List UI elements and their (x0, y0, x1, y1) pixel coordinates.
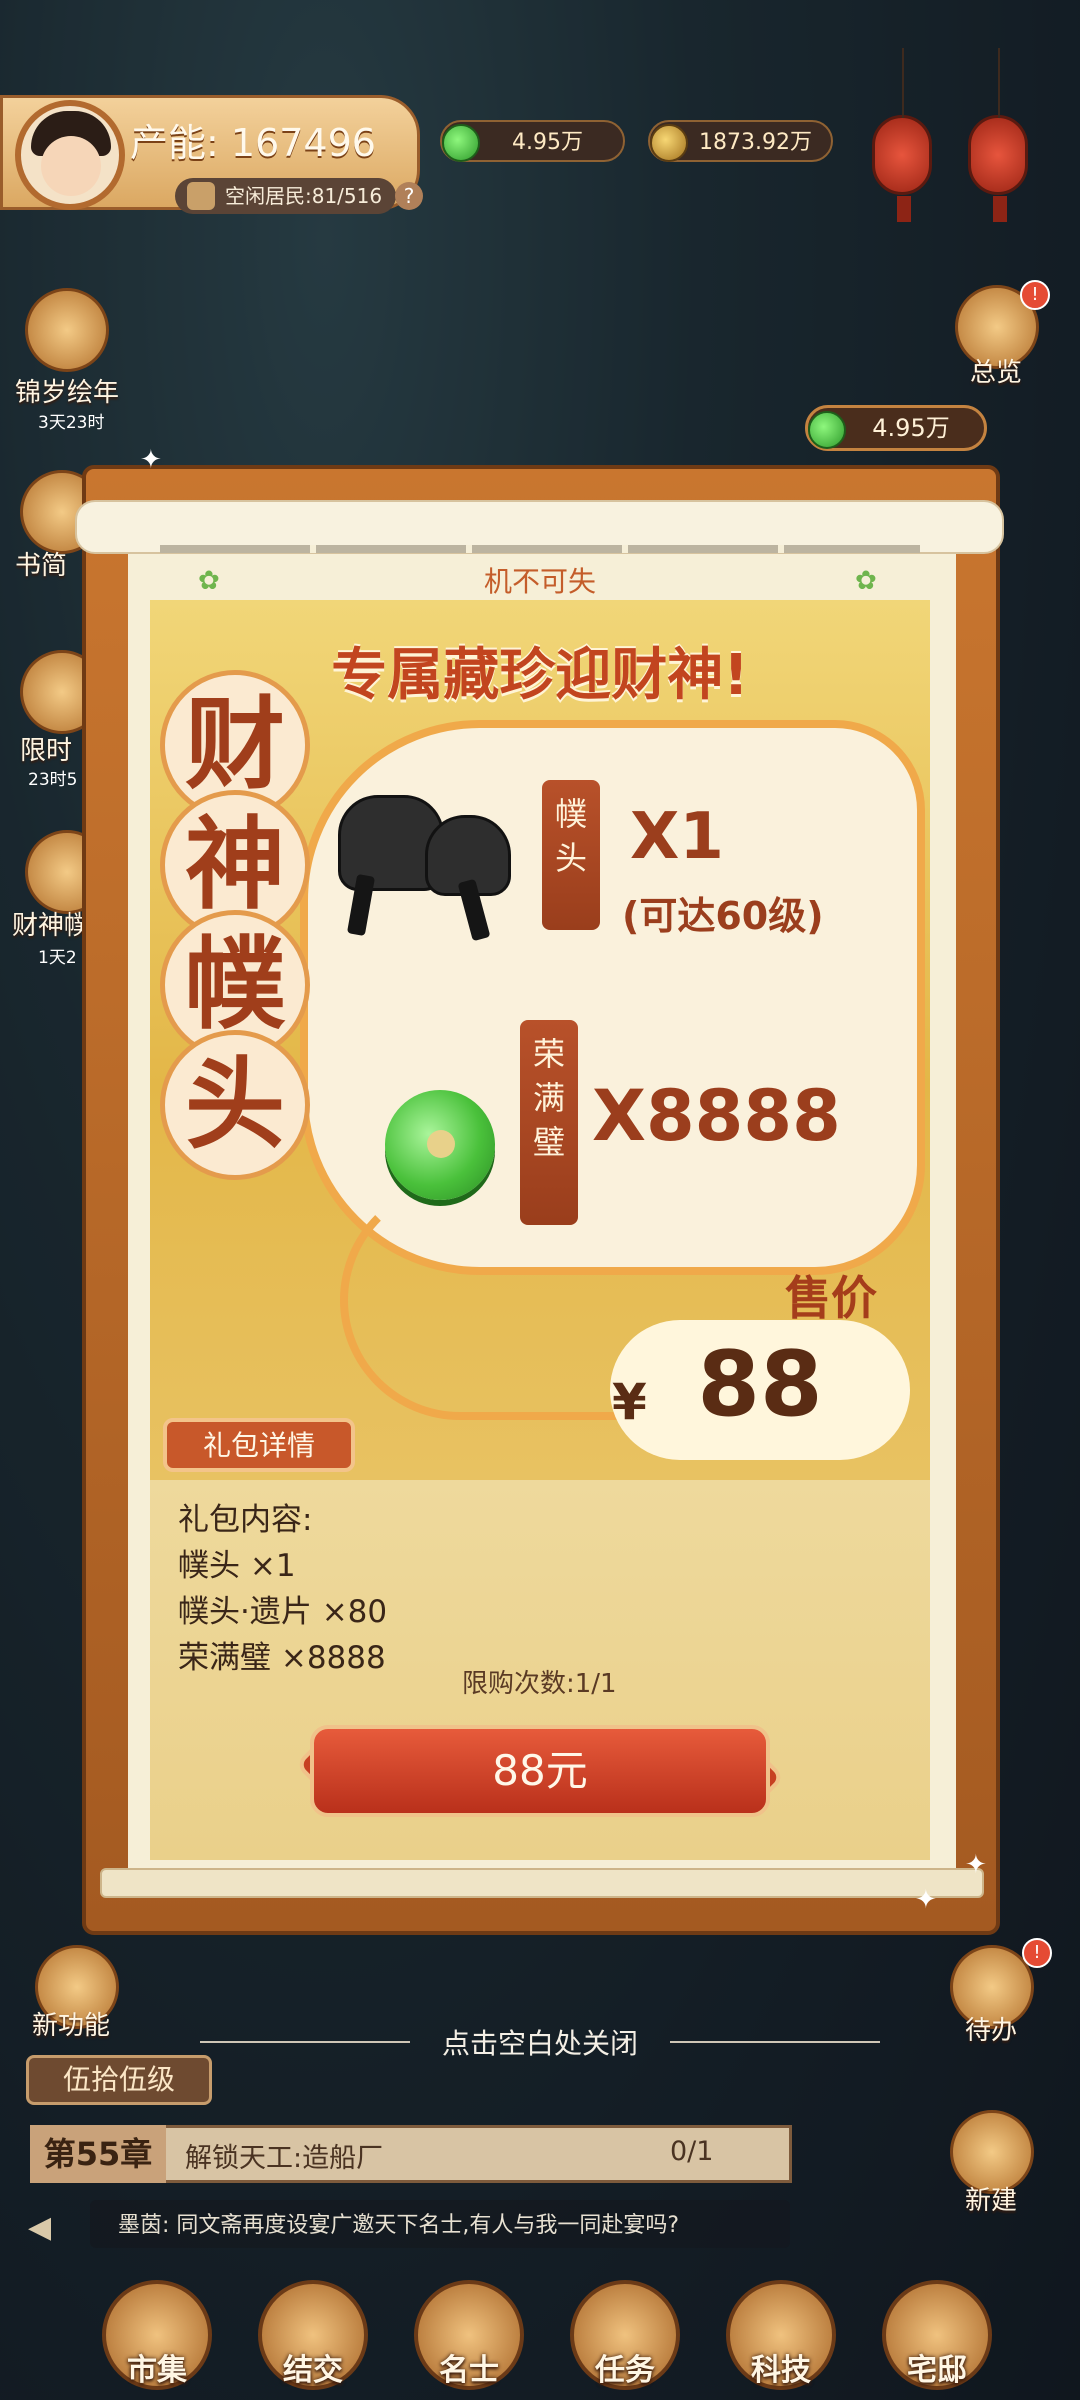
price-value: 88 (697, 1332, 823, 1437)
idle-residents-badge[interactable]: 空闲居民:81/516 (175, 178, 397, 214)
contents-item: 荣满璧 ×8888 (178, 1640, 386, 1676)
overview-badge: ! (1020, 280, 1050, 310)
limited-event-label: 限时 (20, 736, 73, 766)
event-timer: 3天23时 (38, 413, 105, 433)
idle-residents-text: 空闲居民:81/516 (225, 184, 383, 208)
contents-item: 幞头·遗片 ×80 (178, 1594, 388, 1630)
nav-residence-label: 宅邸 (907, 2353, 967, 2388)
sparkle-icon: ✦ (140, 445, 162, 475)
modal-jade-icon (808, 411, 846, 449)
new-feature-label: 新功能 (32, 2011, 111, 2041)
coin-icon (650, 124, 688, 162)
jade-item-quantity: X8888 (592, 1075, 841, 1157)
contents-item: 幞头 ×1 (178, 1548, 296, 1584)
player-avatar[interactable] (15, 100, 125, 210)
nav-friends-label: 结交 (283, 2353, 343, 2388)
todo-badge: ! (1022, 1938, 1052, 1968)
nav-tech-label: 科技 (751, 2353, 811, 2388)
speaker-icon: ◀ (28, 2210, 52, 2245)
build-label: 新建 (965, 2186, 1018, 2216)
chapter-number: 第55章 (30, 2125, 166, 2183)
jade-item-icon (385, 1090, 495, 1200)
chapter-task: 解锁天工:造船厂 (185, 2143, 384, 2174)
level-badge: 伍拾伍级 (26, 2055, 212, 2105)
hat-item-note: (可达60级) (622, 894, 824, 938)
production-value: 167496 (230, 121, 376, 165)
purchase-limit: 限购次数:1/1 (462, 1669, 617, 1699)
nav-tasks-label: 任务 (595, 2353, 655, 2388)
production-label: 产能: (130, 121, 219, 165)
contents-title: 礼包内容: (178, 1502, 313, 1538)
hat-item-label: 幞头 (542, 780, 600, 930)
production-readout: 产能: 167496 (130, 112, 376, 167)
chat-message: 墨茵: 同文斋再度设宴广邀天下名士,有人与我一同赴宴吗? (118, 2213, 680, 2238)
overview-label: 总览 (970, 358, 1023, 388)
avatar-face (41, 136, 101, 196)
jade-icon (442, 124, 480, 162)
hat-item-quantity: X1 (630, 800, 724, 874)
gift-contents: 礼包内容: 幞头 ×1 幞头·遗片 ×80 荣满璧 ×8888 (178, 1497, 387, 1681)
price-label: 售价 (785, 1271, 877, 1325)
sparkle-icon: ✦ (965, 1850, 987, 1880)
jade-item-label: 荣满璧 (520, 1020, 578, 1225)
limited-event-timer: 23时5 (28, 770, 78, 790)
coin-amount: 1873.92万 (699, 130, 812, 155)
scroll-bottom (100, 1868, 984, 1898)
event-label: 锦岁绘年 (15, 378, 120, 408)
event-icon[interactable] (25, 288, 109, 372)
hat-event-label: 财神幞 (12, 911, 91, 941)
help-button[interactable]: ? (395, 182, 423, 210)
jade-amount: 4.95万 (512, 130, 583, 155)
scroll-ribbon (160, 545, 920, 553)
hat-event-timer: 1天2 (38, 948, 77, 968)
modal-tagline: 机不可失 (483, 565, 596, 598)
todo-label: 待办 (965, 2016, 1018, 2046)
promo-headline: 专属藏珍迎财神! (331, 643, 749, 708)
nav-scholars-label: 名士 (439, 2353, 499, 2388)
title-char: 头 (160, 1030, 310, 1180)
buy-button[interactable]: 88元 (310, 1725, 770, 1817)
nav-market-label: 市集 (127, 2353, 187, 2388)
chapter-progress: 0/1 (670, 2136, 714, 2167)
sparkle-icon: ✦ (915, 1885, 937, 1915)
gift-details-tab[interactable]: 礼包详情 (163, 1418, 355, 1472)
lantern-icon[interactable] (872, 48, 932, 222)
modal-jade-amount: 4.95万 (872, 414, 950, 442)
resident-icon (187, 182, 215, 210)
lantern-up-icon[interactable] (968, 48, 1028, 222)
